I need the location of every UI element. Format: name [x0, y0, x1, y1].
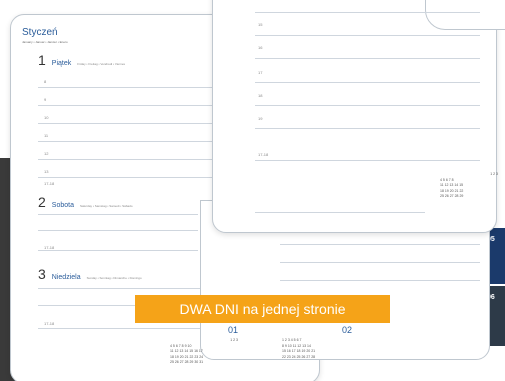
- mini-calendar-row: 22 23 24 25 26 27 28: [282, 354, 316, 359]
- rule-line: [38, 141, 238, 142]
- rule-line: [255, 82, 480, 83]
- day-number: 1: [38, 52, 46, 68]
- day-translations: Friday • Freitag • Vendredi • Viernes: [77, 62, 126, 66]
- month-title: Styczeń: [22, 27, 58, 38]
- day-name: Piątek: [51, 60, 72, 67]
- hour-label: 17-18: [44, 321, 55, 326]
- hour-label: 11: [44, 133, 49, 138]
- rule-line: [38, 214, 198, 215]
- mini-calendar-02: 02 1 2 3 4 5 6 7 8 9 10 11 12 13 14 15 1…: [282, 326, 352, 360]
- rule-line: [38, 250, 198, 251]
- rule-line: [255, 105, 480, 106]
- hour-label: 10: [44, 115, 49, 120]
- day-name: Sobota: [51, 202, 74, 209]
- hour-label: 17-18: [258, 152, 269, 157]
- mini-calendar-01: 01 1 2 3 4 5 6 7 8 9 10 11 12 13 14 15 1…: [170, 326, 238, 366]
- rule-line: [280, 262, 480, 263]
- promo-banner: DWA DNI na jednej stronie: [135, 295, 390, 323]
- day-3-header: 3 Niedziela Sunday • Sonntag • Dimanche …: [38, 266, 142, 282]
- hour-label: 15: [258, 22, 263, 27]
- mini-calendar-row: 25 26 27 28 29: [440, 194, 464, 198]
- hour-label: 17: [258, 70, 263, 75]
- rule-line: [38, 123, 238, 124]
- day-1-header: 1 Piątek Friday • Freitag • Vendredi • V…: [38, 52, 125, 68]
- day-translations: Saturday • Samstag • Samedi • Sábado: [79, 204, 133, 208]
- hour-label: 8: [44, 79, 47, 84]
- rule-line: [255, 128, 480, 129]
- rule-line: [38, 87, 238, 88]
- hour-label: 16: [258, 45, 263, 50]
- hour-label: 13: [44, 169, 49, 174]
- hour-label: 18: [258, 93, 263, 98]
- rule-line: [255, 35, 480, 36]
- planner-photo: 05 06 Styczeń January • Januar • Janvier…: [0, 0, 505, 381]
- month-translations: January • Januar • Janvier • Enero: [22, 40, 68, 44]
- rule-line: [38, 105, 238, 106]
- hour-label: 12: [44, 151, 49, 156]
- rule-line: [255, 160, 480, 161]
- mini-calendar-number: 01: [227, 325, 238, 335]
- rule-line: [280, 244, 480, 245]
- day-name: Niedziela: [51, 274, 81, 281]
- hour-label: 17-18: [44, 181, 55, 186]
- rule-line: [255, 212, 425, 213]
- rule-line: [280, 280, 480, 281]
- day-number: 3: [38, 266, 46, 282]
- mini-calendar-right: 1 2 3 4 5 6 7 8 11 12 13 14 15 18 19 20 …: [440, 172, 498, 200]
- rule-line: [38, 159, 238, 160]
- day-translations: Sunday • Sonntag • Dimanche • Domingo: [86, 276, 142, 280]
- hour-label: 19: [258, 116, 263, 121]
- rule-line: [255, 58, 480, 59]
- rule-line: [38, 230, 198, 231]
- rule-line: [255, 12, 480, 13]
- rule-line: [38, 177, 238, 178]
- page-tab-curve: [425, 0, 505, 30]
- mini-calendar-row: 25 26 27 28 29 30 31: [170, 360, 204, 364]
- day-2-header: 2 Sobota Saturday • Samstag • Samedi • S…: [38, 194, 133, 210]
- day-number: 2: [38, 194, 46, 210]
- hour-label: 9: [44, 97, 47, 102]
- mini-calendar-number: 02: [341, 325, 352, 335]
